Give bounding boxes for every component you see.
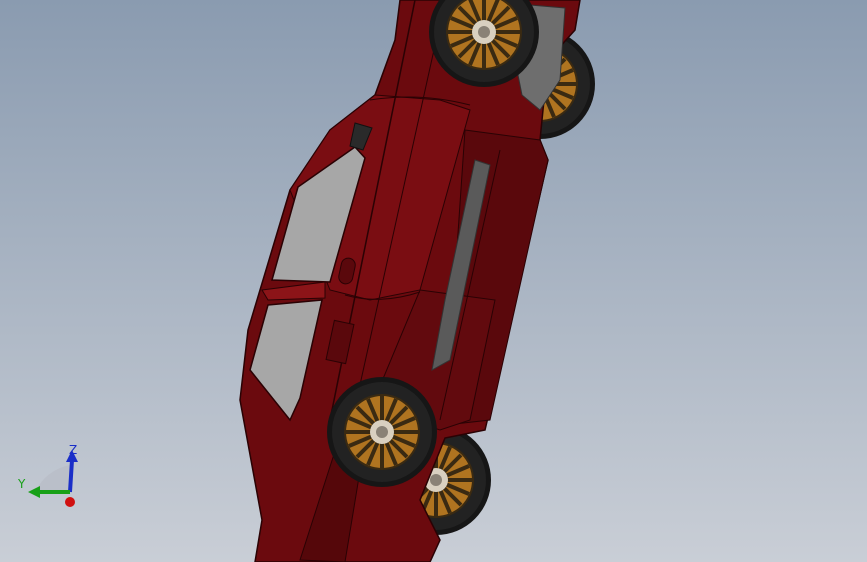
y-axis-label: Y: [17, 477, 26, 491]
graphics-viewport[interactable]: Z Y: [0, 0, 867, 562]
front-left-wheel[interactable]: [325, 375, 439, 489]
z-axis-line: [68, 459, 74, 493]
x-axis-dot-icon: [65, 497, 75, 507]
model-scene[interactable]: [0, 0, 867, 562]
y-axis-arrow-icon: [28, 486, 40, 498]
z-axis-label: Z: [69, 443, 77, 457]
triad-xy-plane: [35, 465, 70, 492]
orientation-triad[interactable]: Z Y: [10, 440, 90, 520]
